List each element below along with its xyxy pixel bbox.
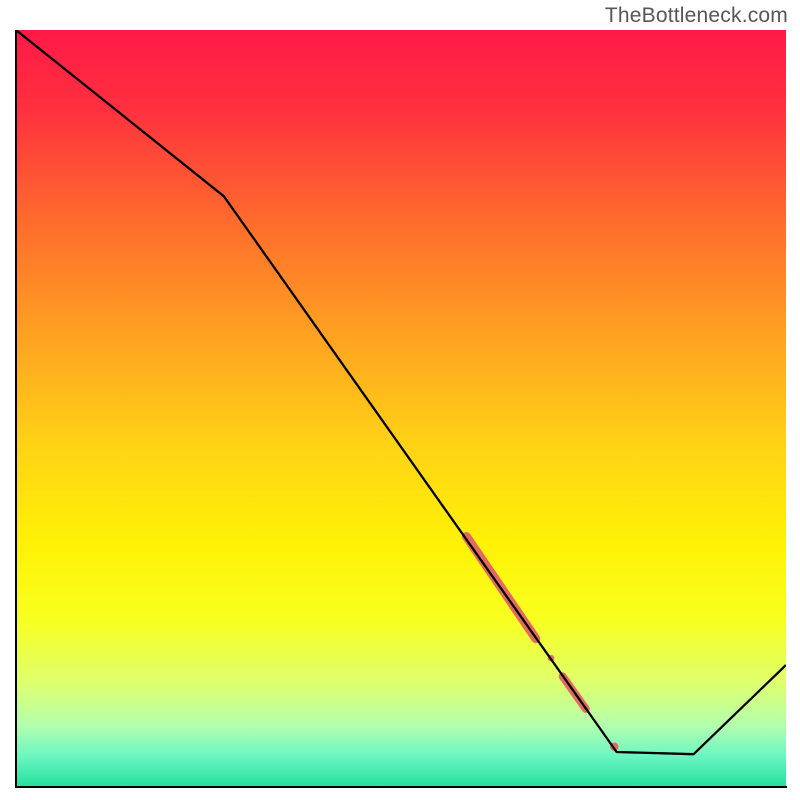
y-axis — [15, 30, 17, 788]
line-layer — [16, 30, 786, 786]
bottleneck-curve — [16, 30, 786, 754]
x-axis — [15, 786, 787, 788]
markers-group — [466, 537, 618, 751]
plot-area — [16, 30, 786, 786]
watermark-text: TheBottleneck.com — [605, 4, 788, 28]
chart-container: TheBottleneck.com — [0, 0, 800, 800]
